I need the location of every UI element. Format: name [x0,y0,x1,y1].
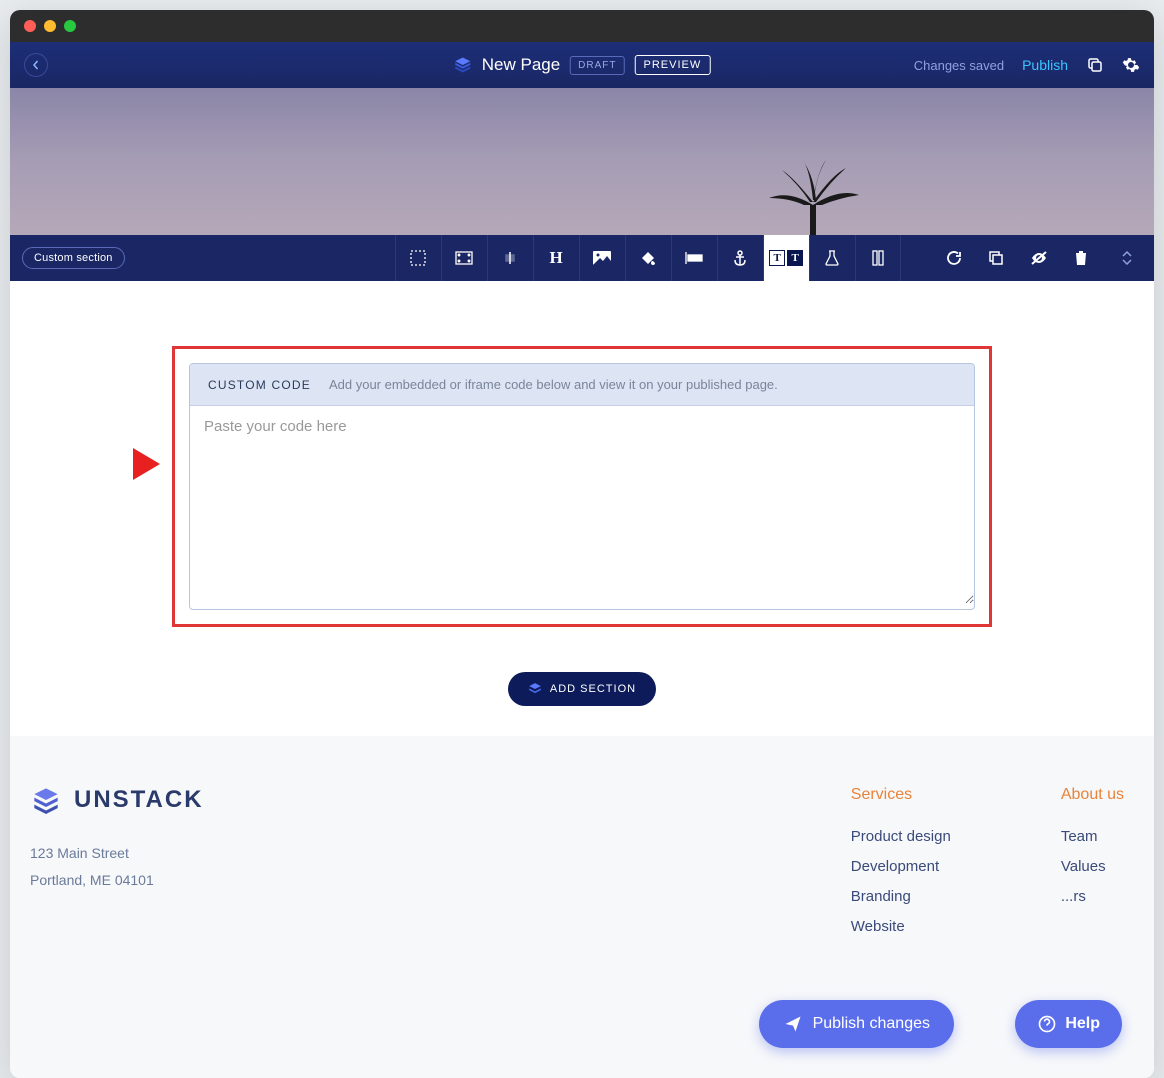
footer-link[interactable]: Branding [851,888,951,905]
address-line-2: Portland, ME 04101 [30,867,204,894]
footer-link[interactable]: Website [851,918,951,935]
app-header: New Page DRAFT PREVIEW Changes saved Pub… [10,42,1154,88]
draft-badge: DRAFT [570,56,624,75]
annotation-arrow-icon [55,444,165,484]
help-button[interactable]: Help [1015,1000,1122,1048]
highlighted-section: CUSTOM CODE Add your embedded or iframe … [172,346,992,627]
palm-tree-decoration [754,160,874,235]
preview-button[interactable]: PREVIEW [635,55,711,75]
layers-icon [454,56,472,74]
chevron-down-icon[interactable] [1122,259,1132,265]
banner-tool-icon[interactable] [671,235,717,281]
footer-column-services: Services Product design Development Bran… [851,786,951,948]
save-status: Changes saved [914,58,1004,73]
brand-logo: UNSTACK [30,786,204,814]
publish-changes-button[interactable]: Publish changes [759,1000,954,1048]
fill-tool-icon[interactable] [625,235,671,281]
close-window-button[interactable] [24,20,36,32]
code-input[interactable] [190,406,974,604]
footer-link[interactable]: Product design [851,828,951,845]
minimize-window-button[interactable] [44,20,56,32]
canvas: CUSTOM CODE Add your embedded or iframe … [10,281,1154,736]
send-icon [783,1014,803,1034]
refresh-icon[interactable] [946,250,962,266]
back-button[interactable] [24,53,48,77]
add-section-label: ADD SECTION [550,683,636,695]
delete-icon[interactable] [1074,250,1088,266]
page-title: New Page [482,55,560,75]
custom-code-description: Add your embedded or iframe code below a… [329,377,778,392]
chevron-up-icon[interactable] [1122,251,1132,257]
heading-tool-icon[interactable]: H [533,235,579,281]
section-type-chip[interactable]: Custom section [22,247,125,269]
lab-tool-icon[interactable] [809,235,855,281]
copy-icon[interactable] [1086,56,1104,74]
selection-tool-icon[interactable] [395,235,441,281]
text-tool-icon[interactable]: T T [763,235,809,281]
hero-image [10,88,1154,235]
footer-link[interactable]: Team [1061,828,1124,845]
custom-code-title: CUSTOM CODE [208,378,311,392]
address-line-1: 123 Main Street [30,840,204,867]
duplicate-icon[interactable] [988,250,1004,266]
image-tool-icon[interactable] [579,235,625,281]
footer-link[interactable]: Development [851,858,951,875]
help-icon [1037,1014,1057,1034]
publish-changes-label: Publish changes [813,1015,930,1033]
maximize-window-button[interactable] [64,20,76,32]
page-footer: UNSTACK 123 Main Street Portland, ME 041… [10,736,1154,1078]
logo-icon [30,786,62,814]
footer-col-title: About us [1061,786,1124,804]
footer-link[interactable]: ...rs [1061,888,1124,905]
add-section-button[interactable]: ADD SECTION [508,672,656,706]
settings-icon[interactable] [1122,56,1140,74]
columns-tool-icon[interactable] [855,235,901,281]
layers-icon [528,682,542,696]
custom-code-panel: CUSTOM CODE Add your embedded or iframe … [189,363,975,610]
video-tool-icon[interactable] [441,235,487,281]
anchor-tool-icon[interactable] [717,235,763,281]
footer-col-title: Services [851,786,951,804]
reorder-arrows[interactable] [1122,251,1132,265]
help-label: Help [1065,1015,1100,1033]
publish-link[interactable]: Publish [1022,57,1068,73]
window-titlebar [10,10,1154,42]
section-toolbar: Custom section H T T [10,235,1154,281]
footer-link[interactable]: Values [1061,858,1124,875]
footer-column-about: About us Team Values ...rs [1061,786,1124,948]
visibility-off-icon[interactable] [1030,251,1048,265]
brand-name: UNSTACK [74,786,204,814]
custom-code-header: CUSTOM CODE Add your embedded or iframe … [190,364,974,406]
align-tool-icon[interactable] [487,235,533,281]
